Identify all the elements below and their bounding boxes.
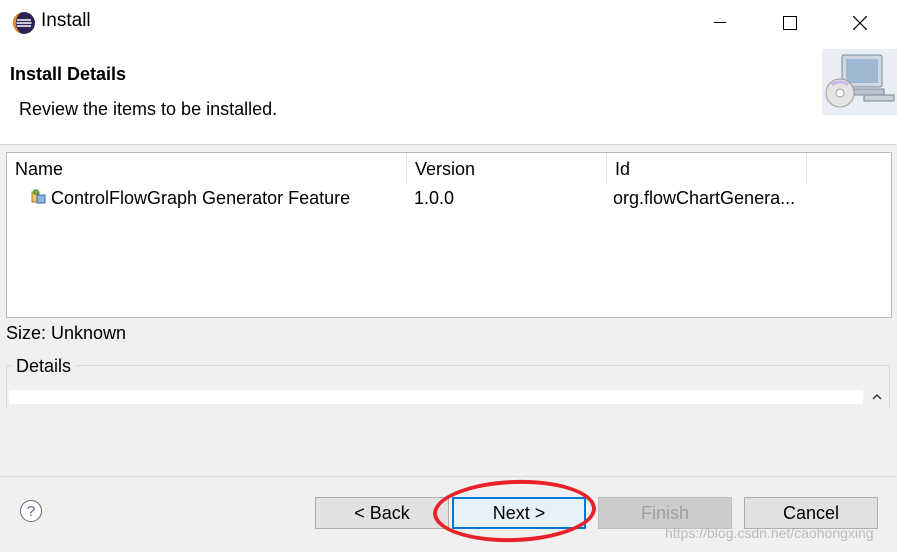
- details-group: Details: [6, 352, 890, 410]
- wizard-banner: Install Details Review the items to be i…: [0, 45, 897, 145]
- help-button[interactable]: ?: [20, 500, 42, 522]
- watermark: https://blog.csdn.net/caohongxing: [665, 525, 874, 541]
- details-label: Details: [12, 356, 76, 377]
- close-icon: [853, 15, 867, 30]
- eclipse-icon: [13, 12, 35, 34]
- install-cd-computer-icon: [822, 49, 897, 115]
- feature-icon: [31, 189, 46, 204]
- size-label: Size: Unknown: [6, 323, 127, 343]
- maximize-button[interactable]: [755, 0, 825, 45]
- back-button[interactable]: < Back: [315, 497, 449, 529]
- row-version: 1.0.0: [414, 188, 455, 208]
- column-header-version[interactable]: Version: [407, 153, 607, 183]
- minimize-button[interactable]: [685, 0, 755, 45]
- next-button-highlight-annotation: [431, 477, 598, 545]
- close-button[interactable]: [825, 0, 895, 45]
- details-scroll-up-button[interactable]: [868, 388, 886, 406]
- title-bar: Install: [0, 0, 897, 45]
- chevron-up-icon: [872, 394, 882, 400]
- minimize-icon: [714, 21, 726, 23]
- install-items-table[interactable]: Name Version Id ControlFlowGraph Generat…: [6, 152, 892, 318]
- column-header-id[interactable]: Id: [607, 153, 807, 183]
- row-id: org.flowChartGenera...: [613, 188, 796, 208]
- column-header-name[interactable]: Name: [7, 153, 407, 183]
- page-title: Install Details: [10, 64, 127, 84]
- window-title: Install: [41, 10, 91, 31]
- details-text-area[interactable]: [9, 390, 863, 404]
- page-description: Review the items to be installed.: [19, 99, 278, 119]
- row-name: ControlFlowGraph Generator Feature: [51, 188, 351, 208]
- help-icon: ?: [26, 502, 36, 520]
- maximize-icon: [783, 15, 797, 30]
- table-row[interactable]: ControlFlowGraph Generator Feature 1.0.0…: [7, 183, 891, 211]
- button-bar-separator: [0, 476, 897, 477]
